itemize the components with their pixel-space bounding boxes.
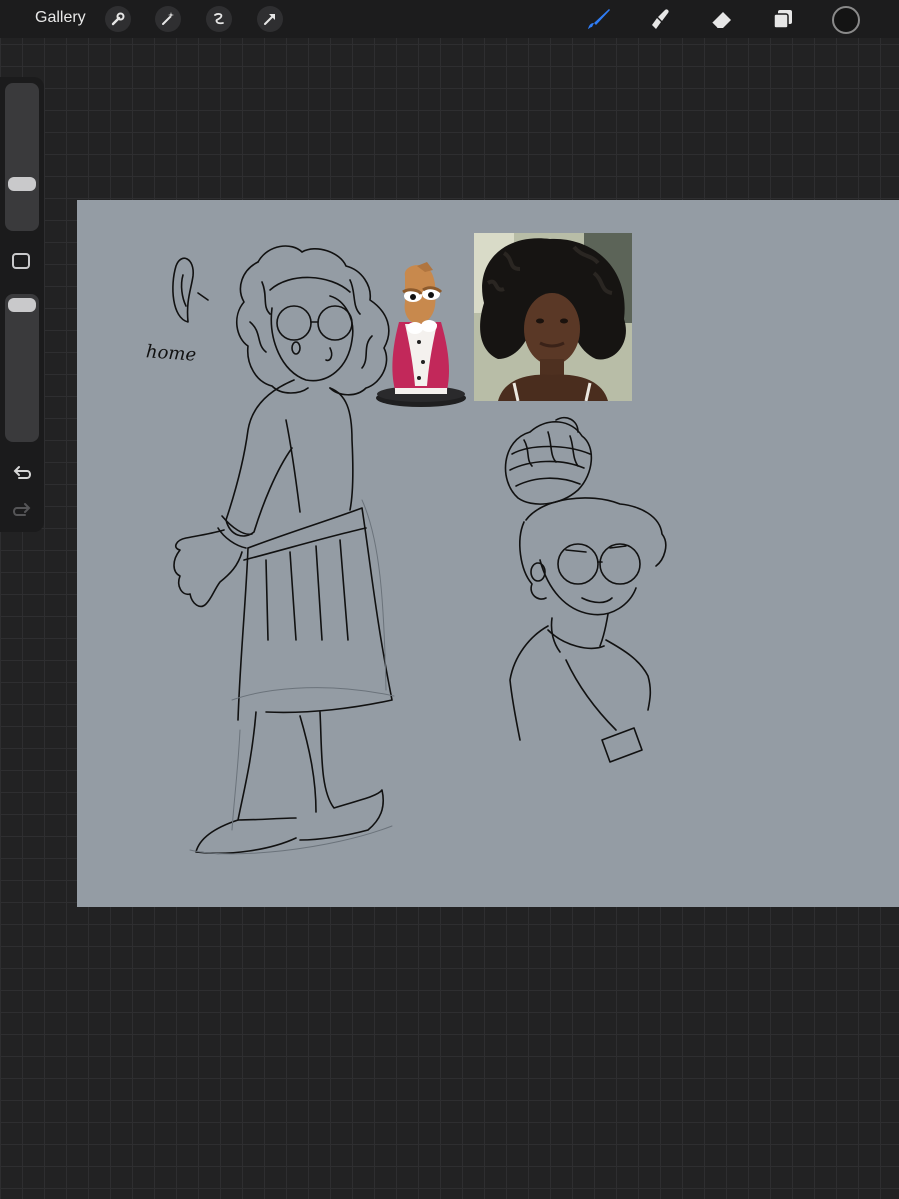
figurine-reference-image[interactable] bbox=[375, 262, 467, 408]
sketch-layer bbox=[172, 245, 667, 855]
sketch-text: home bbox=[145, 341, 197, 366]
portrait-reference-photo[interactable] bbox=[474, 233, 632, 401]
ear-sketch bbox=[172, 257, 194, 323]
